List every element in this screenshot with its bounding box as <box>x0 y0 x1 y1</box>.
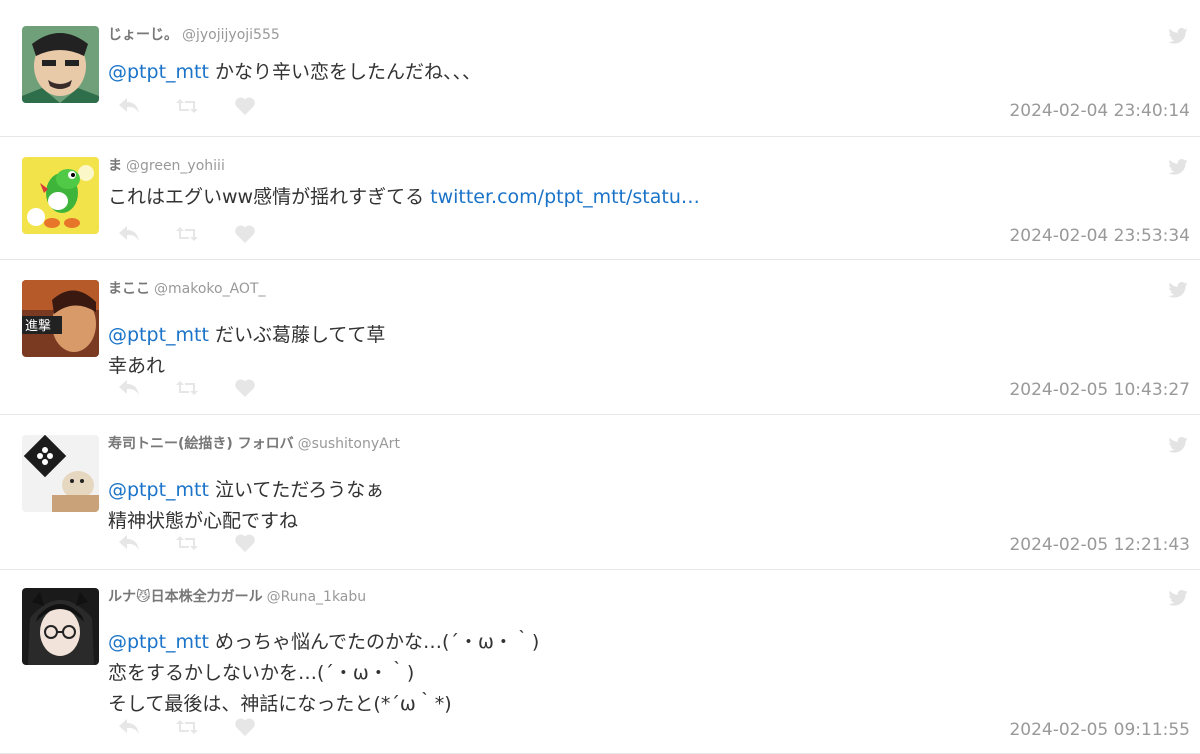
tweet-item: じょーじ。 @jyojijyoji555 @ptpt_mtt かなり辛い恋をしたん… <box>0 0 1200 137</box>
heart-icon <box>235 97 255 115</box>
twitter-bird-icon[interactable] <box>1168 28 1188 44</box>
retweet-button[interactable] <box>176 95 234 117</box>
tweet-header: ま @green_yohiii <box>108 157 225 175</box>
retweet-button[interactable] <box>176 716 234 738</box>
user-handle[interactable]: @sushitonyArt <box>298 436 400 452</box>
heart-icon <box>235 225 255 243</box>
tweet-timestamp[interactable]: 2024-02-05 12:21:43 <box>1009 535 1190 555</box>
mention-link[interactable]: @ptpt_mtt <box>108 324 209 346</box>
tweet-timestamp[interactable]: 2024-02-05 10:43:27 <box>1009 380 1190 400</box>
reply-icon <box>119 380 139 395</box>
reply-button[interactable] <box>118 223 176 245</box>
tweet-timestamp[interactable]: 2024-02-04 23:40:14 <box>1009 101 1190 121</box>
tweet-actions <box>118 95 292 117</box>
mention-link[interactable]: @ptpt_mtt <box>108 61 209 83</box>
reply-button[interactable] <box>118 532 176 554</box>
user-handle[interactable]: @jyojijyoji555 <box>182 27 280 43</box>
like-button[interactable] <box>234 377 292 399</box>
tweet-text: @ptpt_mtt めっちゃ悩んでたのかな…(´・ω・｀) 恋をするかしないかを… <box>108 609 1190 720</box>
retweet-icon <box>176 227 198 241</box>
user-handle[interactable]: @green_yohiii <box>126 158 225 174</box>
tweet-item: ま @green_yohiii これはエグいww感情が揺れすぎてる twitter… <box>0 137 1200 260</box>
avatar[interactable]: 進撃 <box>22 280 99 357</box>
retweet-icon <box>176 536 198 550</box>
like-button[interactable] <box>234 95 292 117</box>
tweet-body: かなり辛い恋をしたんだね、、、 <box>208 61 481 83</box>
avatar[interactable] <box>22 157 99 234</box>
reply-icon <box>119 535 139 550</box>
tweet-header: じょーじ。 @jyojijyoji555 <box>108 26 280 44</box>
retweet-button[interactable] <box>176 223 234 245</box>
retweet-icon <box>176 720 198 734</box>
svg-text:進撃: 進撃 <box>25 318 51 334</box>
tweet-text: これはエグいww感情が揺れすぎてる twitter.com/ptpt_mtt/s… <box>108 176 1190 213</box>
tweet-feed: じょーじ。 @jyojijyoji555 @ptpt_mtt かなり辛い恋をしたん… <box>0 0 1200 754</box>
like-button[interactable] <box>234 223 292 245</box>
retweet-button[interactable] <box>176 377 234 399</box>
heart-icon <box>235 379 255 397</box>
tweet-text: @ptpt_mtt だいぶ葛藤してて草 幸あれ <box>108 299 1190 382</box>
mention-link[interactable]: @ptpt_mtt <box>108 479 209 501</box>
twitter-bird-icon[interactable] <box>1168 282 1188 298</box>
display-name[interactable]: ま <box>108 158 122 174</box>
reply-icon <box>119 719 139 734</box>
tweet-header: まここ @makoko_AOT_ <box>108 280 265 298</box>
twitter-bird-icon[interactable] <box>1168 159 1188 175</box>
reply-icon <box>119 226 139 241</box>
retweet-icon <box>176 381 198 395</box>
display-name[interactable]: ルナ😼日本株全力ガール <box>108 589 263 605</box>
retweet-icon <box>176 99 198 113</box>
reply-button[interactable] <box>118 377 176 399</box>
display-name[interactable]: まここ <box>108 281 150 297</box>
tweet-actions <box>118 716 292 738</box>
like-button[interactable] <box>234 716 292 738</box>
tweet-link[interactable]: twitter.com/ptpt_mtt/statu… <box>430 186 700 208</box>
tweet-text: @ptpt_mtt かなり辛い恋をしたんだね、、、 <box>108 39 1190 88</box>
tweet-timestamp[interactable]: 2024-02-05 09:11:55 <box>1009 720 1190 740</box>
tweet-item: 進撃 まここ @makoko_AOT_ @ptpt_mtt だいぶ葛藤してて草 幸… <box>0 260 1200 415</box>
tweet-actions <box>118 377 292 399</box>
heart-icon <box>235 534 255 552</box>
user-handle[interactable]: @Runa_1kabu <box>267 589 367 605</box>
avatar[interactable] <box>22 26 99 103</box>
tweet-actions <box>118 532 292 554</box>
tweet-item: ルナ😼日本株全力ガール @Runa_1kabu @ptpt_mtt めっちゃ悩んで… <box>0 570 1200 754</box>
avatar[interactable] <box>22 435 99 512</box>
display-name[interactable]: じょーじ。 <box>108 27 178 43</box>
heart-icon <box>235 718 255 736</box>
tweet-actions <box>118 223 292 245</box>
tweet-item: 寿司トニー(絵描き) フォロバ @sushitonyArt @ptpt_mtt 泣… <box>0 415 1200 570</box>
twitter-bird-icon[interactable] <box>1168 437 1188 453</box>
tweet-body: これはエグいww感情が揺れすぎてる <box>108 186 431 208</box>
reply-button[interactable] <box>118 716 176 738</box>
tweet-text: @ptpt_mtt 泣いてただろうなぁ 精神状態が心配ですね <box>108 454 1190 537</box>
tweet-header: ルナ😼日本株全力ガール @Runa_1kabu <box>108 588 366 606</box>
reply-icon <box>119 98 139 113</box>
user-handle[interactable]: @makoko_AOT_ <box>154 281 265 297</box>
mention-link[interactable]: @ptpt_mtt <box>108 631 209 653</box>
tweet-header: 寿司トニー(絵描き) フォロバ @sushitonyArt <box>108 435 400 453</box>
retweet-button[interactable] <box>176 532 234 554</box>
avatar[interactable] <box>22 588 99 665</box>
display-name[interactable]: 寿司トニー(絵描き) フォロバ <box>108 436 294 452</box>
reply-button[interactable] <box>118 95 176 117</box>
twitter-bird-icon[interactable] <box>1168 590 1188 606</box>
like-button[interactable] <box>234 532 292 554</box>
tweet-timestamp[interactable]: 2024-02-04 23:53:34 <box>1009 226 1190 246</box>
